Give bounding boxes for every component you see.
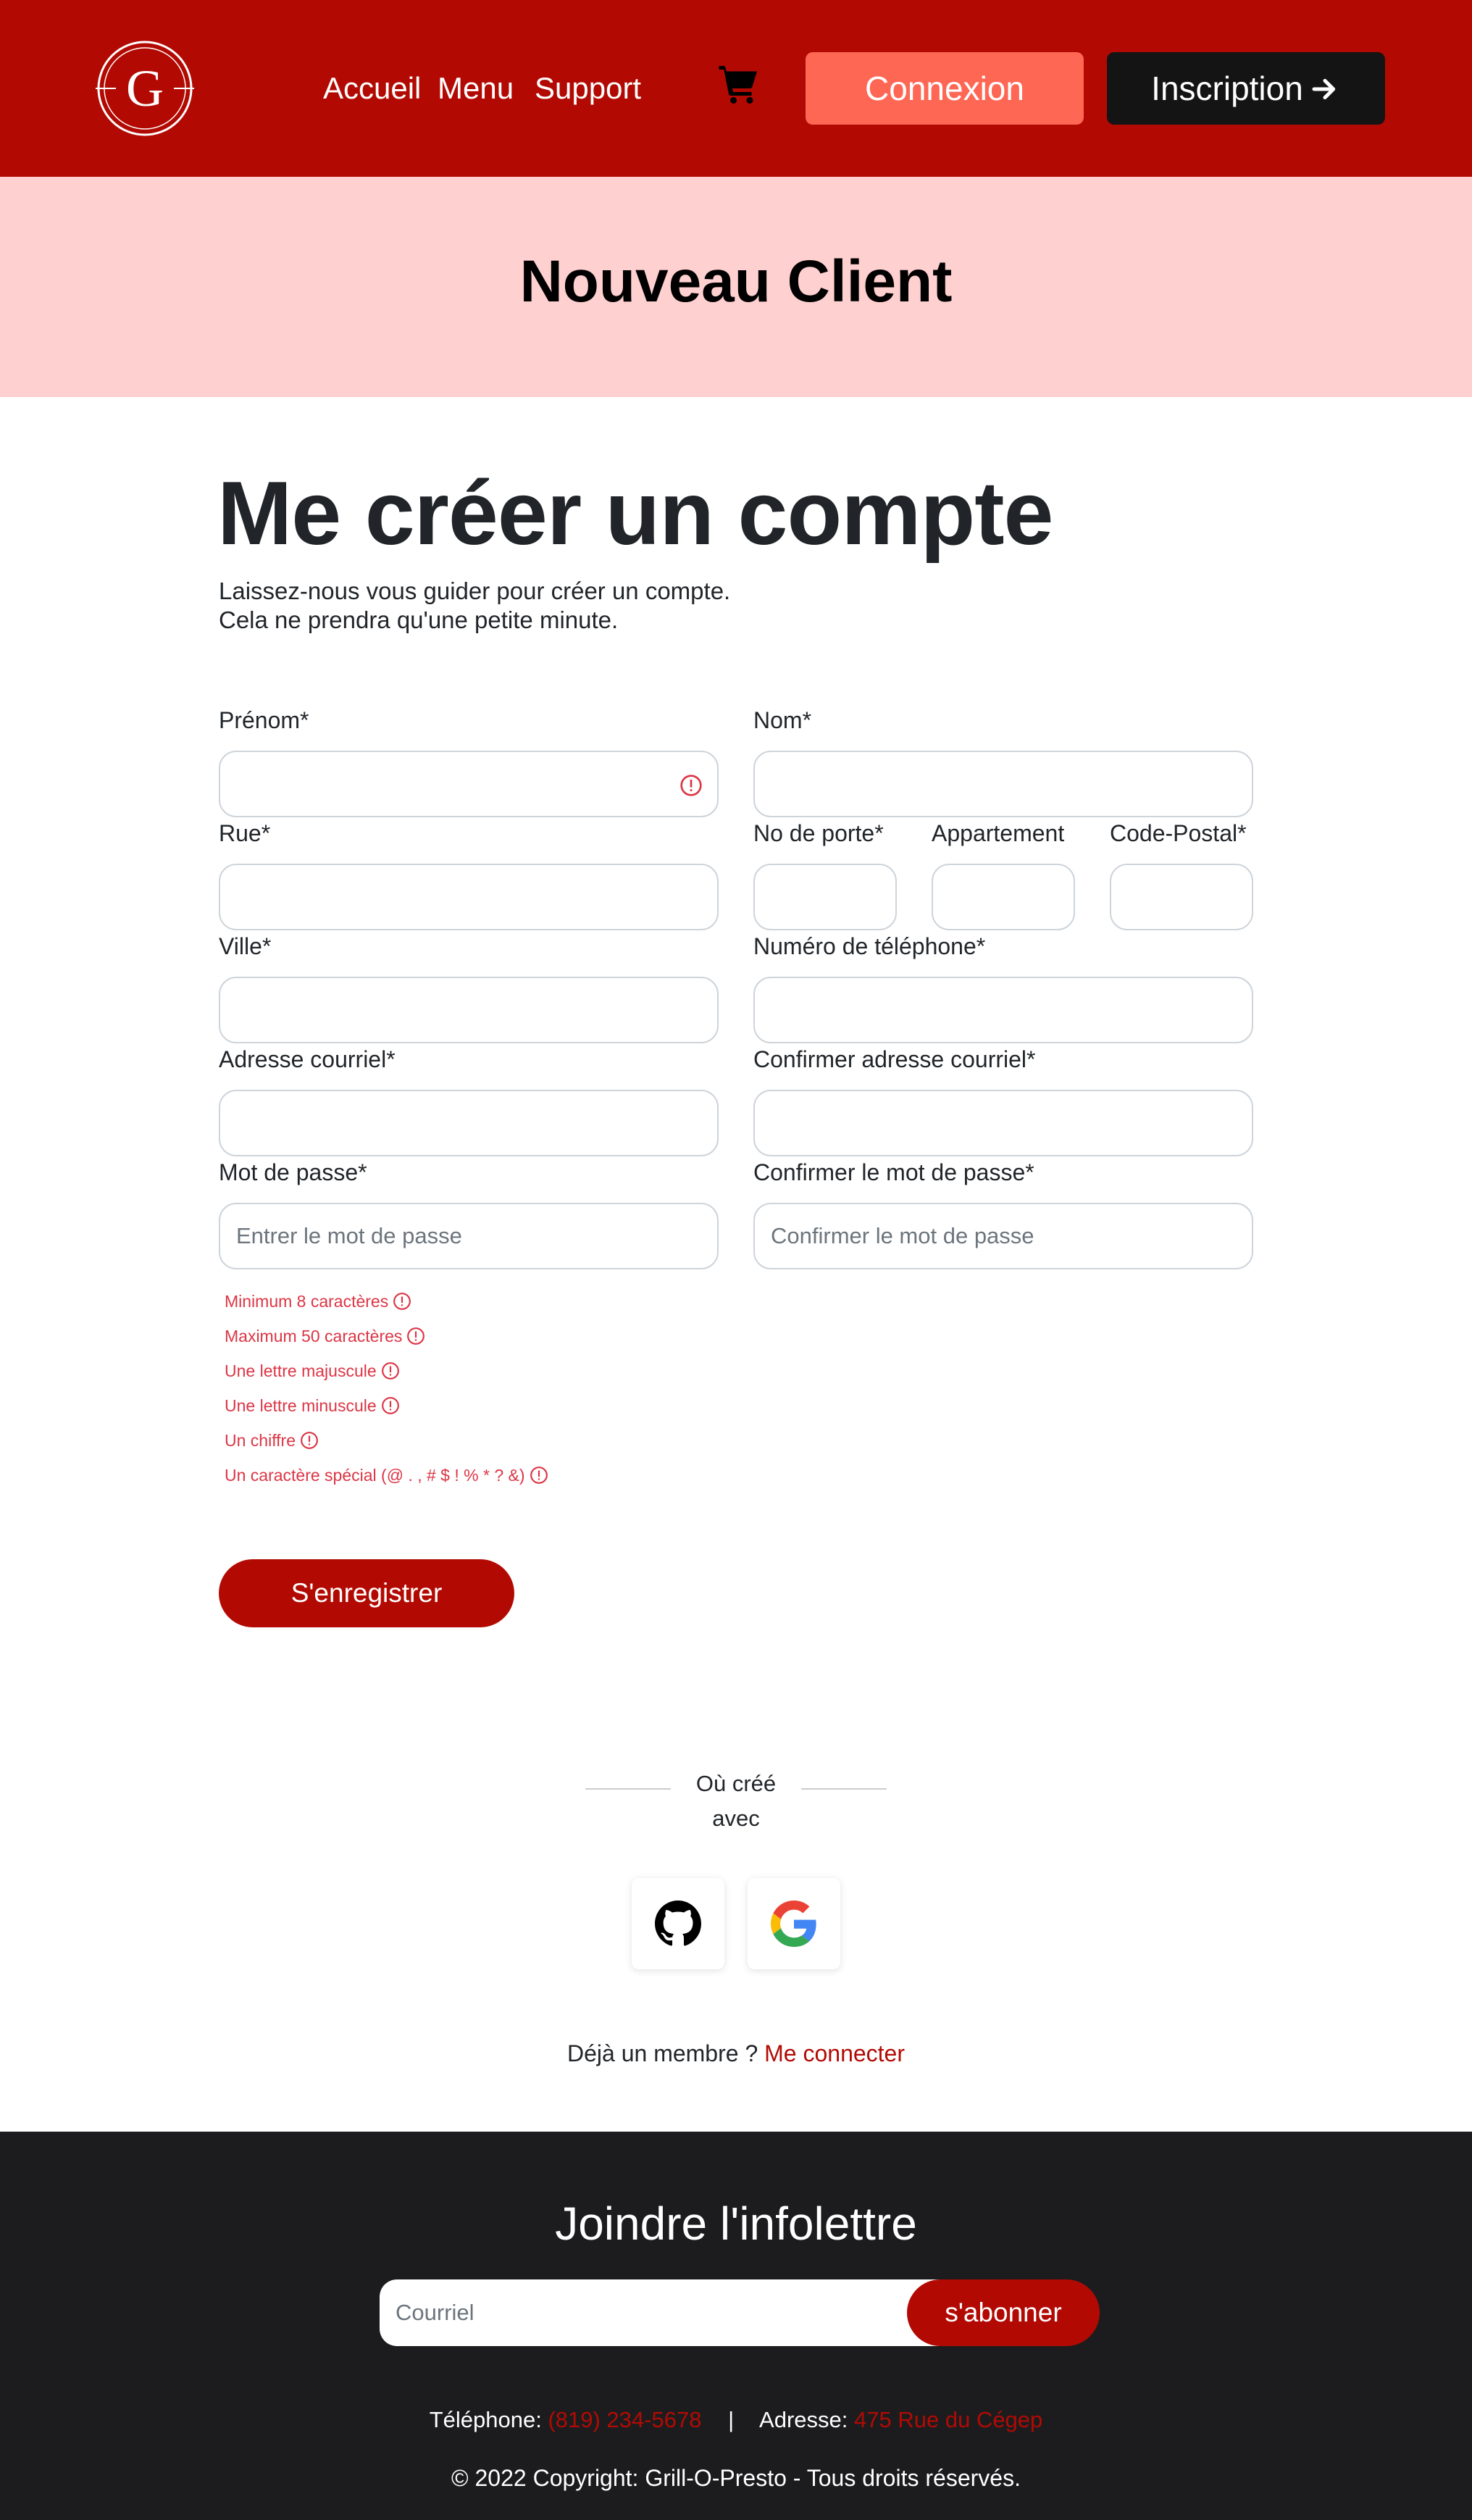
contact-info: Téléphone: (819) 234-5678 | Adresse: 475… (0, 2407, 1472, 2433)
password-rule: Une lettre majuscule (225, 1359, 400, 1383)
error-icon (393, 1293, 411, 1310)
github-login-button[interactable] (632, 1878, 724, 1969)
no-porte-label: No de porte* (753, 820, 884, 846)
nav-accueil[interactable]: Accueil (323, 67, 421, 110)
rule-text: Une lettre minuscule (225, 1396, 377, 1415)
error-icon (530, 1466, 548, 1484)
subtitle-line-1: Laissez-nous vous guider pour créer un c… (219, 577, 731, 604)
rule-text: Maximum 50 caractères (225, 1327, 403, 1345)
telephone-label: Numéro de téléphone* (753, 933, 986, 959)
contact-separator: | (728, 2407, 735, 2432)
address-label: Adresse: (759, 2407, 848, 2432)
subtitle-line-2: Cela ne prendra qu'une petite minute. (219, 606, 619, 633)
password-rule: Minimum 8 caractères (225, 1289, 411, 1314)
rule-text: Un chiffre (225, 1431, 296, 1450)
password-rule: Un chiffre (225, 1428, 319, 1453)
nom-input[interactable] (753, 751, 1253, 817)
signup-button[interactable]: Inscription (1107, 52, 1385, 125)
github-icon (655, 1901, 701, 1946)
signup-label: Inscription (1151, 70, 1303, 107)
courriel-input[interactable] (219, 1090, 719, 1156)
phone-label: Téléphone: (429, 2407, 542, 2432)
banner-title: Nouveau Client (519, 249, 953, 314)
nom-label: Nom* (753, 707, 812, 733)
site-footer: Joindre l'infolettre Courriel s'abonner … (0, 2132, 1472, 2520)
rule-text: Minimum 8 caractères (225, 1292, 389, 1311)
member-prompt-text: Déjà un membre ? (567, 2040, 758, 2066)
social-divider-text: Où créé avec (681, 1766, 791, 1836)
error-icon (301, 1432, 318, 1449)
no-porte-input[interactable] (753, 864, 897, 930)
password-rule: Maximum 50 caractères (225, 1324, 425, 1348)
prenom-label: Prénom* (219, 707, 309, 733)
error-icon (381, 1397, 399, 1414)
divider-line-right (801, 1788, 887, 1790)
rule-text: Une lettre majuscule (225, 1361, 377, 1380)
telephone-input[interactable] (753, 977, 1253, 1043)
code-postal-input[interactable] (1110, 864, 1253, 930)
rue-input[interactable] (219, 864, 719, 930)
phone-value[interactable]: (819) 234-5678 (548, 2407, 701, 2432)
error-icon (381, 1362, 399, 1380)
nav-menu[interactable]: Menu (438, 67, 514, 110)
newsletter-title: Joindre l'infolettre (555, 2198, 917, 2250)
error-icon (680, 775, 702, 796)
arrow-right-icon (1312, 78, 1335, 100)
prenom-input[interactable] (219, 751, 719, 817)
newsletter-email-input[interactable]: Courriel (380, 2279, 952, 2346)
password-input[interactable]: Entrer le mot de passe (219, 1203, 719, 1269)
password-rule: Une lettre minuscule (225, 1393, 400, 1418)
page-subtitle: Laissez-nous vous guider pour créer un c… (219, 577, 730, 635)
register-button[interactable]: S'enregistrer (219, 1559, 514, 1627)
code-postal-label: Code-Postal* (1110, 820, 1247, 846)
confirmer-courriel-input[interactable] (753, 1090, 1253, 1156)
divider-line-left (585, 1788, 671, 1790)
google-icon (771, 1901, 816, 1947)
page-banner: Nouveau Client (0, 177, 1472, 397)
confirmer-mot-de-passe-label: Confirmer le mot de passe* (753, 1159, 1034, 1185)
divider-line-1: Où créé (695, 1771, 777, 1796)
confirmer-courriel-label: Confirmer adresse courriel* (753, 1046, 1036, 1072)
error-icon (407, 1327, 425, 1345)
rule-text: Un caractère spécial (@ . , # $ ! % * ? … (225, 1466, 525, 1485)
appartement-label: Appartement (932, 820, 1065, 846)
login-button[interactable]: Connexion (806, 52, 1084, 125)
site-header: G Accueil Menu Support Connexion Inscrip… (0, 0, 1472, 177)
copyright: © 2022 Copyright: Grill-O-Presto - Tous … (451, 2465, 1021, 2491)
courriel-label: Adresse courriel* (219, 1046, 396, 1072)
logo[interactable]: G (94, 41, 196, 136)
confirm-password-input[interactable]: Confirmer le mot de passe (753, 1203, 1253, 1269)
ville-label: Ville* (219, 933, 272, 959)
cart-icon[interactable] (717, 62, 761, 106)
appartement-input[interactable] (932, 864, 1075, 930)
divider-line-2: avec (712, 1806, 760, 1831)
login-label: Connexion (865, 70, 1024, 107)
page-title: Me créer un compte (217, 464, 1053, 564)
password-rule: Un caractère spécial (@ . , # $ ! % * ? … (225, 1463, 548, 1488)
member-prompt: Déjà un membre ? Me connecter (0, 2040, 1472, 2067)
login-link[interactable]: Me connecter (764, 2040, 905, 2066)
mot-de-passe-label: Mot de passe* (219, 1159, 367, 1185)
nav-support[interactable]: Support (535, 67, 641, 110)
address-value[interactable]: 475 Rue du Cégep (854, 2407, 1042, 2432)
google-login-button[interactable] (748, 1878, 840, 1969)
ville-input[interactable] (219, 977, 719, 1043)
logo-letter: G (126, 59, 164, 117)
subscribe-button[interactable]: s'abonner (907, 2279, 1100, 2346)
rue-label: Rue* (219, 820, 271, 846)
